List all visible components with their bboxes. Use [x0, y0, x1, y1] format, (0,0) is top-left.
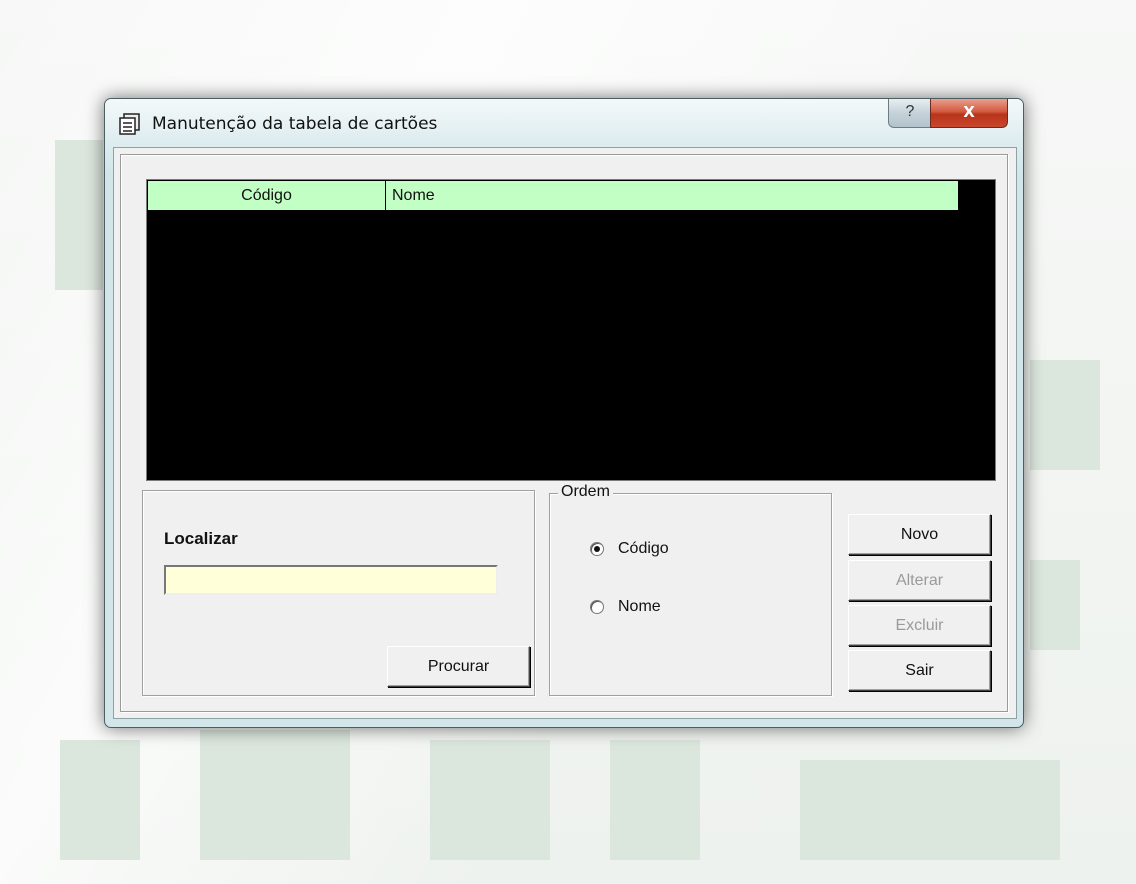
radio-checked-icon[interactable]	[590, 542, 604, 556]
search-panel: Localizar Procurar	[142, 490, 535, 696]
column-header-codigo[interactable]: Código	[148, 181, 386, 210]
watermark-shape	[60, 740, 140, 860]
order-groupbox: Ordem Código Nome	[549, 483, 832, 696]
outer-frame: Código Nome Localizar Procurar Ordem Cód…	[120, 154, 1008, 712]
column-header-nome[interactable]: Nome	[386, 181, 958, 210]
dialog-window: Manutenção da tabela de cartões ? X Códi…	[104, 98, 1024, 728]
order-option-nome[interactable]: Nome	[590, 596, 661, 618]
watermark-shape	[430, 740, 550, 860]
delete-button[interactable]: Excluir	[848, 605, 991, 646]
watermark-shape	[55, 140, 103, 290]
app-icon	[119, 113, 140, 135]
exit-button[interactable]: Sair	[848, 650, 991, 691]
watermark-shape	[610, 740, 700, 860]
watermark-shape	[1030, 560, 1080, 650]
help-button[interactable]: ?	[888, 99, 932, 128]
order-option-label: Código	[618, 540, 669, 557]
radio-unchecked-icon[interactable]	[590, 600, 604, 614]
close-icon: X	[963, 103, 975, 121]
watermark-shape	[800, 760, 1060, 860]
dialog-client-area: Código Nome Localizar Procurar Ordem Cód…	[113, 147, 1017, 719]
cards-grid[interactable]: Código Nome	[146, 179, 996, 481]
new-button[interactable]: Novo	[848, 514, 991, 555]
search-label: Localizar	[164, 529, 238, 548]
title-bar[interactable]: Manutenção da tabela de cartões ? X	[105, 99, 1023, 147]
watermark-shape	[1030, 360, 1100, 470]
search-input[interactable]	[164, 565, 498, 595]
search-button[interactable]: Procurar	[387, 646, 530, 687]
order-option-codigo[interactable]: Código	[590, 538, 669, 560]
window-title: Manutenção da tabela de cartões	[152, 114, 438, 134]
order-legend: Ordem	[558, 483, 613, 501]
edit-button[interactable]: Alterar	[848, 560, 991, 601]
close-button[interactable]: X	[930, 99, 1008, 128]
watermark-shape	[200, 730, 350, 860]
grid-header: Código Nome	[148, 181, 958, 210]
question-icon: ?	[905, 103, 915, 120]
order-option-label: Nome	[618, 598, 661, 615]
